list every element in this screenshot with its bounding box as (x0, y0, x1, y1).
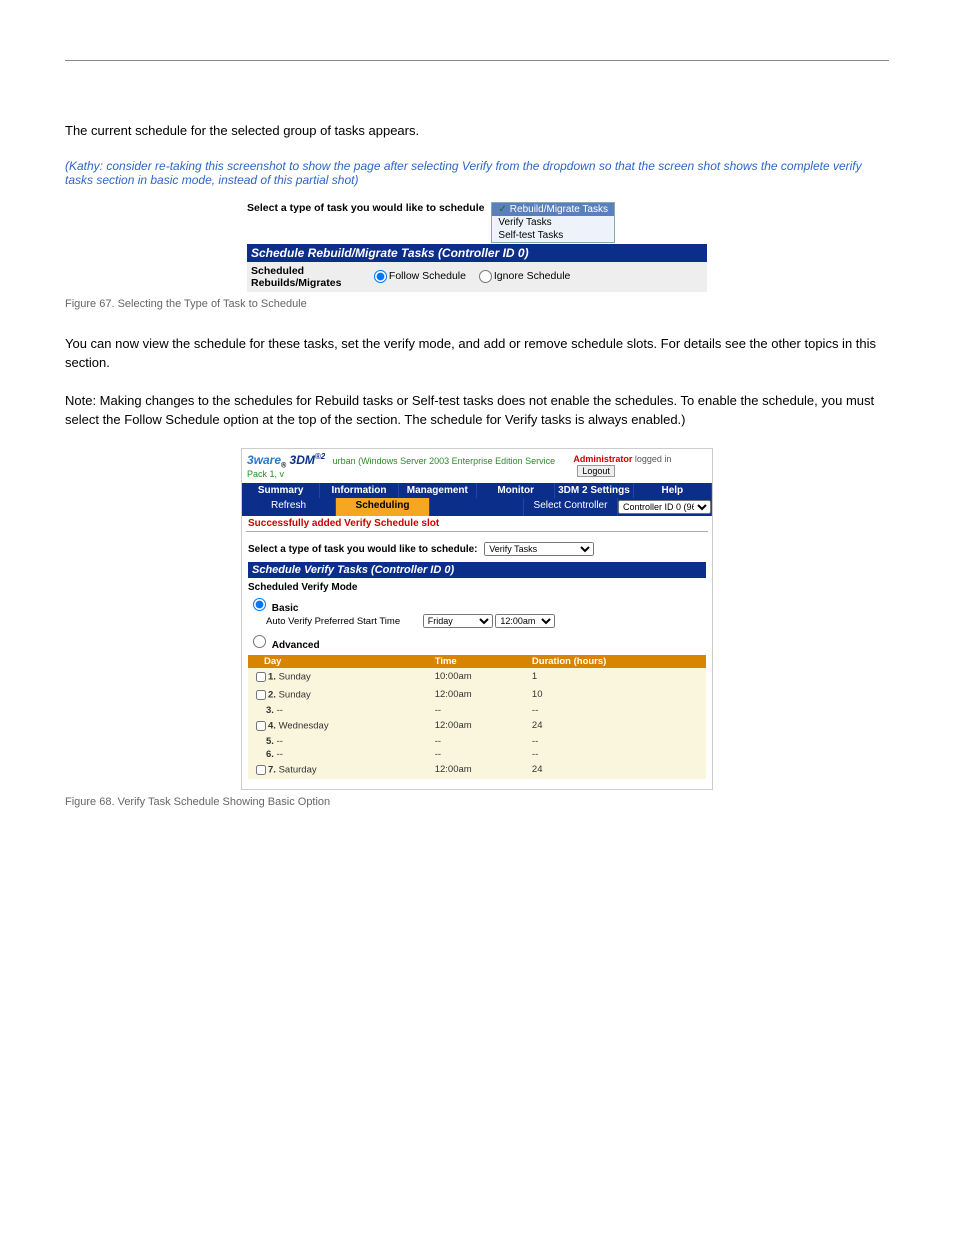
row-checkbox[interactable] (256, 672, 266, 682)
nav-blank (430, 498, 524, 516)
logo-3ware: 3ware (247, 453, 281, 467)
basic-mode-option[interactable]: Basic (248, 603, 298, 614)
task-type-prompt: Select a type of task you would like to … (247, 202, 488, 214)
table-row: 6. ------ (248, 748, 706, 761)
nav-information[interactable]: Information (320, 483, 398, 498)
schedule-table: Day Time Duration (hours) 1. Sunday10:00… (248, 655, 706, 779)
table-row: 4. Wednesday12:00am24 (248, 717, 706, 735)
day-select[interactable]: Friday (423, 614, 493, 628)
schedule-header: Schedule Verify Tasks (Controller ID 0) (248, 562, 706, 578)
advanced-mode-option[interactable]: Advanced (248, 640, 320, 651)
figure-1: Select a type of task you would like to … (247, 201, 707, 292)
nav-primary: Summary Information Management Monitor 3… (242, 483, 712, 498)
row-checkbox[interactable] (256, 765, 266, 775)
writer-guide-note: (Kathy: consider re-taking this screensh… (65, 159, 889, 187)
task-prompt: Select a type of task you would like to … (248, 544, 478, 555)
app-window: 3ware® 3DM®2 urban (Windows Server 2003 … (241, 448, 713, 790)
table-row: 2. Sunday12:00am10 (248, 686, 706, 704)
select-controller-label: Select Controller (524, 498, 618, 516)
col-day: Day (248, 655, 431, 668)
logout-button[interactable]: Logout (577, 465, 615, 477)
refresh-button[interactable]: Refresh (242, 498, 336, 516)
task-type-dropdown[interactable]: ✓Rebuild/Migrate Tasks Verify Tasks Self… (491, 202, 615, 243)
status-message: Successfully added Verify Schedule slot (242, 516, 712, 531)
row-checkbox[interactable] (256, 690, 266, 700)
nav-management[interactable]: Management (399, 483, 477, 498)
paragraph: The current schedule for the selected gr… (65, 121, 889, 141)
time-select[interactable]: 12:00am (495, 614, 555, 628)
controller-select[interactable]: Controller ID 0 (9690SA-4I4E) (618, 500, 711, 514)
figure-caption: Figure 68. Verify Task Schedule Showing … (65, 796, 889, 808)
col-duration: Duration (hours) (528, 655, 706, 668)
nav-3dm2-settings[interactable]: 3DM 2 Settings (555, 483, 633, 498)
figure-caption: Figure 67. Selecting the Type of Task to… (65, 298, 889, 310)
admin-label: Administrator (573, 454, 632, 464)
table-row: 7. Saturday12:00am24 (248, 761, 706, 779)
paragraph: You can now view the schedule for these … (65, 334, 889, 373)
nav-summary[interactable]: Summary (242, 483, 320, 498)
follow-schedule-option[interactable]: Follow Schedule (364, 270, 466, 282)
tab-scheduling[interactable]: Scheduling (336, 498, 430, 516)
check-icon: ✓ (498, 204, 506, 215)
controller-select-wrap: Controller ID 0 (9690SA-4I4E) (618, 498, 712, 516)
table-row: 5. ------ (248, 735, 706, 748)
nav-monitor[interactable]: Monitor (477, 483, 555, 498)
auto-verify-label: Auto Verify Preferred Start Time (266, 616, 400, 627)
table-row: 1. Sunday10:00am1 (248, 668, 706, 686)
ignore-schedule-option[interactable]: Ignore Schedule (469, 270, 570, 282)
row-checkbox[interactable] (256, 721, 266, 731)
col-time: Time (431, 655, 528, 668)
task-type-select[interactable]: Verify Tasks (484, 542, 594, 556)
table-row: 3. ------ (248, 704, 706, 717)
scheduled-label: Scheduled Rebuilds/Migrates (251, 265, 361, 289)
note-paragraph: Note: Making changes to the schedules fo… (65, 391, 889, 430)
logo-3dm: 3DM (290, 453, 315, 467)
nav-secondary: Refresh Scheduling Select Controller Con… (242, 498, 712, 516)
section-header: Schedule Rebuild/Migrate Tasks (Controll… (247, 244, 707, 262)
mode-label: Scheduled Verify Mode (248, 582, 706, 593)
nav-help[interactable]: Help (634, 483, 712, 498)
